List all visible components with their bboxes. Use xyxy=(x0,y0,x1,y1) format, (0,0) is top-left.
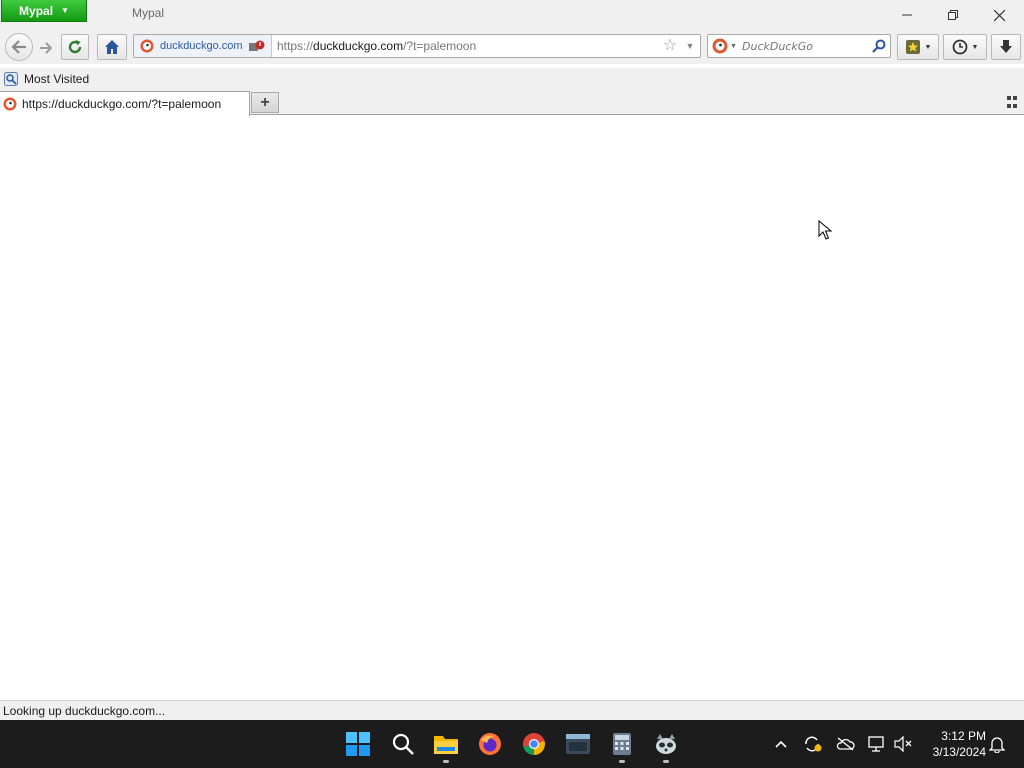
chevron-down-icon: ▼ xyxy=(971,43,979,51)
reload-button[interactable] xyxy=(61,34,89,60)
page-content[interactable] xyxy=(0,116,1024,700)
mypal-icon xyxy=(656,734,676,754)
bookmarks-menu-button[interactable]: ▼ xyxy=(897,34,939,60)
list-all-tabs-button[interactable] xyxy=(1007,96,1021,110)
calculator-icon xyxy=(613,733,631,755)
url-scheme: https:// xyxy=(277,39,314,53)
clock-date: 3/13/2024 xyxy=(932,745,986,759)
app-menu-label: Mypal xyxy=(19,3,54,18)
calculator-button[interactable] xyxy=(604,726,640,763)
chevron-down-icon: ▼ xyxy=(61,6,69,15)
clock-icon xyxy=(952,39,967,55)
file-explorer-button[interactable] xyxy=(428,726,464,763)
restore-icon xyxy=(948,10,958,20)
bell-icon xyxy=(989,737,1005,753)
download-arrow-icon xyxy=(1000,40,1012,53)
tab-title: https://duckduckgo.com/?t=palemoon xyxy=(22,97,222,111)
app-menu-button[interactable]: Mypal ▼ xyxy=(1,0,87,22)
system-clock[interactable]: 3:12 PM 3/13/2024 xyxy=(920,728,986,760)
magnifier-icon xyxy=(872,39,886,53)
status-bar: Looking up duckduckgo.com... xyxy=(0,700,1024,720)
duckduckgo-favicon xyxy=(140,39,154,53)
terminal-icon xyxy=(566,734,590,754)
window-title: Mypal xyxy=(132,6,165,20)
chrome-button[interactable] xyxy=(516,726,552,762)
chevron-down-icon: ▼ xyxy=(924,43,932,51)
duckduckgo-engine-icon xyxy=(712,38,728,54)
title-bar: Mypal ▼ Mypal xyxy=(0,0,1024,30)
clock-time: 3:12 PM xyxy=(941,729,986,743)
start-icon xyxy=(346,732,370,756)
search-engine-selector[interactable]: ▼ xyxy=(712,38,737,54)
volume-button[interactable] xyxy=(891,732,915,756)
mouse-cursor-icon xyxy=(818,220,832,240)
arrow-left-icon xyxy=(11,40,26,54)
most-visited-icon xyxy=(4,72,18,86)
taskbar: 3:12 PM 3/13/2024 xyxy=(0,720,1024,768)
start-button[interactable] xyxy=(340,726,376,762)
notifications-button[interactable] xyxy=(985,732,1009,756)
network-button[interactable] xyxy=(865,732,889,756)
forward-button[interactable] xyxy=(35,35,57,61)
terminal-button[interactable] xyxy=(560,726,596,762)
chrome-icon xyxy=(523,733,545,755)
url-dropdown-icon[interactable]: ▼ xyxy=(683,38,697,54)
sync-status-button[interactable] xyxy=(801,732,825,756)
chevron-up-icon xyxy=(775,740,787,748)
network-icon xyxy=(868,736,884,752)
search-button[interactable] xyxy=(385,726,421,762)
url-bar[interactable]: duckduckgo.com https://duckduckgo.com/?t… xyxy=(133,34,701,58)
back-button[interactable] xyxy=(5,33,33,61)
onedrive-button[interactable] xyxy=(833,732,857,756)
site-identity-box[interactable]: duckduckgo.com xyxy=(134,35,272,57)
search-go-button[interactable] xyxy=(870,38,888,54)
home-button[interactable] xyxy=(97,34,127,60)
insecure-warning-icon xyxy=(248,40,265,51)
duckduckgo-favicon xyxy=(3,97,17,111)
bookmark-label: Most Visited xyxy=(24,72,90,86)
identity-host: duckduckgo.com xyxy=(160,40,243,52)
history-menu-button[interactable]: ▼ xyxy=(943,34,987,60)
mypal-button[interactable] xyxy=(648,726,684,763)
restore-button[interactable] xyxy=(930,0,976,30)
url-text: https://duckduckgo.com/?t=palemoon xyxy=(277,39,476,53)
file-explorer-icon xyxy=(434,736,458,754)
chevron-down-icon: ▼ xyxy=(730,42,737,50)
close-icon xyxy=(993,9,1005,21)
downloads-button[interactable] xyxy=(991,34,1021,60)
tab-duckduckgo[interactable]: https://duckduckgo.com/?t=palemoon xyxy=(0,91,250,116)
url-path: /?t=palemoon xyxy=(403,39,477,53)
speaker-muted-icon xyxy=(894,736,912,752)
sync-icon xyxy=(805,736,822,752)
tab-strip: https://duckduckgo.com/?t=palemoon + xyxy=(0,90,1024,116)
bookmark-most-visited[interactable]: Most Visited xyxy=(2,70,91,88)
bookmark-star-icon[interactable]: ☆ xyxy=(661,37,679,55)
home-icon xyxy=(105,40,119,54)
firefox-button[interactable] xyxy=(472,726,508,762)
grid-icon xyxy=(1007,96,1011,100)
minimize-button[interactable] xyxy=(884,0,930,30)
plus-icon: + xyxy=(260,93,270,111)
minimize-icon xyxy=(902,14,912,16)
close-button[interactable] xyxy=(976,0,1022,30)
search-icon xyxy=(392,733,414,755)
search-bar: ▼ xyxy=(707,34,891,58)
navigation-toolbar: duckduckgo.com https://duckduckgo.com/?t… xyxy=(0,30,1024,64)
url-host: duckduckgo.com xyxy=(313,39,404,53)
reload-icon xyxy=(68,40,82,54)
bookmarks-toolbar: Most Visited xyxy=(0,68,1024,90)
arrow-right-icon xyxy=(40,42,53,54)
search-input[interactable] xyxy=(742,37,866,55)
new-tab-button[interactable]: + xyxy=(251,92,279,113)
cloud-offline-icon xyxy=(836,737,855,751)
status-text: Looking up duckduckgo.com... xyxy=(3,704,166,718)
bookmarks-icon xyxy=(905,40,920,54)
show-hidden-icons-button[interactable] xyxy=(769,732,793,756)
firefox-icon xyxy=(479,733,501,755)
